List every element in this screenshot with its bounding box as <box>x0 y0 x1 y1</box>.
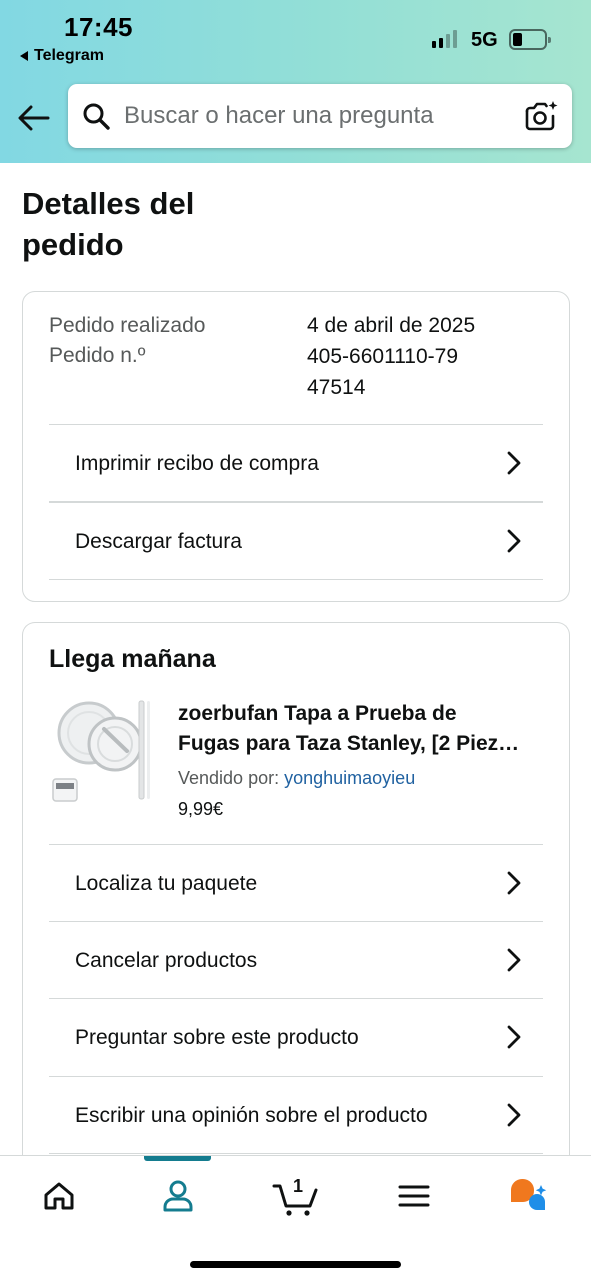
status-time: 17:45 <box>64 12 133 42</box>
menu-icon[interactable] <box>392 1174 436 1218</box>
chevron-right-icon <box>507 948 521 972</box>
shipment-card: Llega mañana zoerbufan Tapa a Prueba de … <box>22 622 570 1182</box>
delivery-status-title: Llega mañana <box>49 645 216 673</box>
account-icon[interactable] <box>156 1174 200 1218</box>
cellular-signal-icon <box>432 30 457 48</box>
cancel-items-row[interactable]: Cancelar productos <box>49 921 543 998</box>
product-title-link[interactable]: zoerbufan Tapa a Prueba de Fugas para Ta… <box>178 699 548 759</box>
battery-icon <box>509 29 551 50</box>
download-invoice-row[interactable]: Descargar factura <box>49 501 543 578</box>
network-type: 5G <box>471 29 498 51</box>
page-title: Detalles del pedido <box>22 186 195 262</box>
order-number-value: 405-6601110-7947514 <box>307 345 459 399</box>
seller-label: Vendido por: <box>178 768 280 788</box>
write-review-label: Escribir una opinión sobre el producto <box>75 1104 428 1127</box>
track-package-row[interactable]: Localiza tu paquete <box>49 844 543 921</box>
app-header: 17:45 Telegram 5G <box>0 0 591 163</box>
print-receipt-row[interactable]: Imprimir recibo de compra <box>49 424 543 501</box>
write-review-row[interactable]: Escribir una opinión sobre el producto <box>49 1076 543 1153</box>
order-info-card: Pedido realizado 4 de abril de 2025 Pedi… <box>22 291 570 602</box>
divider <box>49 579 543 580</box>
product-title-line-2: Fugas para Taza Stanley, [2 Piez… <box>178 732 520 755</box>
back-arrow-icon[interactable] <box>16 100 52 136</box>
chevron-right-icon <box>507 451 521 475</box>
download-invoice-label: Descargar factura <box>75 530 242 553</box>
chevron-right-icon <box>507 1025 521 1049</box>
ask-product-question-label: Preguntar sobre este producto <box>75 1026 359 1049</box>
back-app-label: Telegram <box>34 47 104 64</box>
cart-count-badge: 1 <box>293 1176 303 1196</box>
chevron-right-icon <box>507 1103 521 1127</box>
cancel-items-label: Cancelar productos <box>75 949 258 972</box>
rufus-assistant-icon[interactable] <box>507 1174 551 1218</box>
chevron-right-icon <box>507 529 521 553</box>
product-title-line-1: zoerbufan Tapa a Prueba de <box>178 702 457 725</box>
order-number-label: Pedido n.º <box>49 344 146 367</box>
active-tab-indicator <box>144 1156 211 1161</box>
search-bar[interactable] <box>68 84 572 148</box>
track-package-label: Localiza tu paquete <box>75 872 258 895</box>
print-receipt-label: Imprimir recibo de compra <box>75 452 319 475</box>
home-icon[interactable] <box>37 1174 81 1218</box>
divider <box>49 1153 543 1154</box>
camera-search-icon[interactable] <box>524 100 558 132</box>
home-indicator <box>190 1261 401 1268</box>
bottom-navigation: 1 <box>0 1155 591 1280</box>
cart-icon[interactable]: 1 <box>272 1174 320 1218</box>
back-triangle-icon <box>20 51 28 61</box>
order-placed-date: 4 de abril de 2025 <box>307 314 476 337</box>
search-input[interactable] <box>124 84 514 148</box>
seller-info: Vendido por: yonghuimaoyieu <box>178 768 415 789</box>
product-price: 9,99€ <box>178 799 224 819</box>
back-to-app-link[interactable]: Telegram <box>20 47 104 65</box>
chevron-right-icon <box>507 871 521 895</box>
seller-name-link[interactable]: yonghuimaoyieu <box>284 768 415 788</box>
search-icon <box>83 103 110 130</box>
ask-product-question-row[interactable]: Preguntar sobre este producto <box>49 998 543 1075</box>
order-placed-label: Pedido realizado <box>49 314 206 337</box>
product-image[interactable] <box>49 699 154 809</box>
